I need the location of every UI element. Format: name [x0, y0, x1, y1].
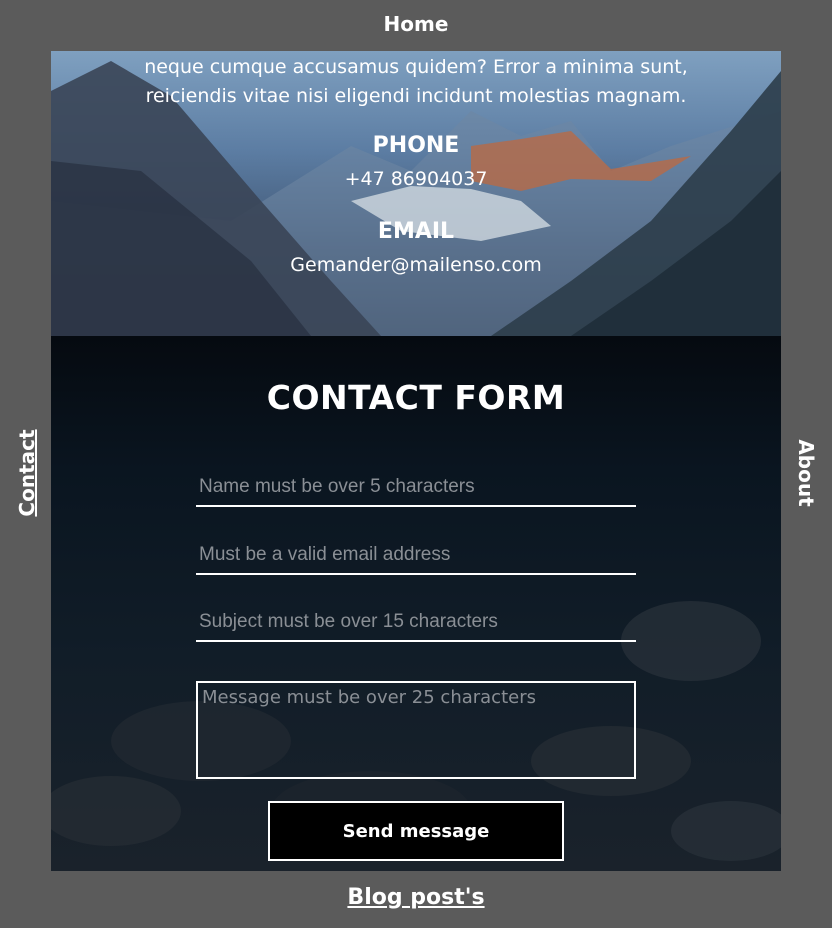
phone-value: +47 86904037 — [344, 168, 488, 190]
send-message-button[interactable]: Send message — [268, 801, 564, 861]
intro-line-2: reiciendis vitae nisi eligendi incidunt … — [145, 85, 687, 107]
subject-input[interactable] — [196, 604, 636, 642]
nav-about-link[interactable]: About — [794, 439, 818, 506]
intro-text: neque cumque accusamus quidem? Error a m… — [51, 53, 781, 111]
phone-heading: PHONE — [372, 133, 460, 158]
contact-form-title: CONTACT FORM — [266, 378, 566, 417]
message-textarea[interactable] — [196, 681, 636, 779]
email-input[interactable] — [196, 537, 636, 575]
name-input[interactable] — [196, 469, 636, 507]
contact-panel: neque cumque accusamus quidem? Error a m… — [51, 51, 781, 871]
nav-home-link[interactable]: Home — [0, 12, 832, 36]
nav-blog-link[interactable]: Blog post's — [0, 885, 832, 910]
intro-line-1: neque cumque accusamus quidem? Error a m… — [144, 56, 688, 78]
nav-contact-link[interactable]: Contact — [15, 429, 39, 516]
email-heading: EMAIL — [377, 219, 455, 244]
email-value: Gemander@mailenso.com — [290, 254, 542, 276]
